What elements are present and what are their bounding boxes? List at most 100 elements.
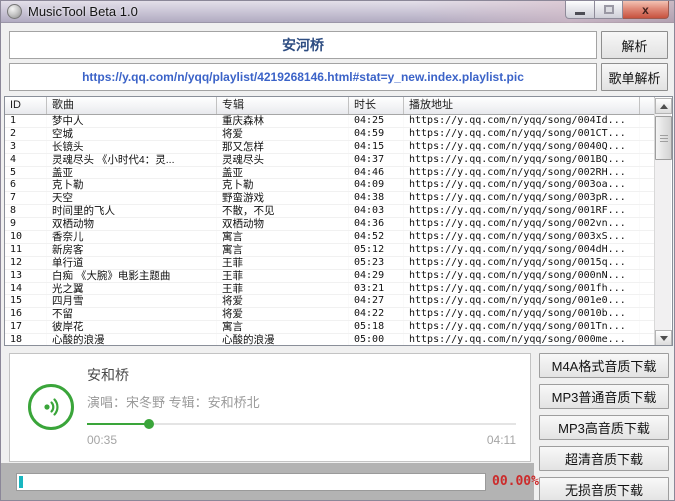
table-body: 1 梦中人 重庆森林 04:25 https://y.qq.com/n/yqq/… <box>5 115 655 345</box>
parse-song-button[interactable]: 解析 <box>601 31 668 59</box>
scroll-up-icon <box>660 104 668 109</box>
scroll-down-button[interactable] <box>655 330 672 346</box>
download-button[interactable]: MP3普通音质下载 <box>539 384 669 409</box>
player-progress-fill <box>87 423 149 425</box>
cell-album: 盖亚 <box>217 167 349 179</box>
cell-filler <box>640 192 655 204</box>
download-button[interactable]: MP3高音质下载 <box>539 415 669 440</box>
cell-url: https://y.qq.com/n/yqq/song/001e0... <box>404 295 640 307</box>
minimize-button[interactable] <box>565 1 595 19</box>
cell-duration: 05:23 <box>349 257 404 269</box>
cell-filler <box>640 270 655 282</box>
cell-album: 王菲 <box>217 270 349 282</box>
download-progress-fill <box>19 476 23 488</box>
song-name-input[interactable]: 安河桥 <box>9 31 597 59</box>
cell-url: https://y.qq.com/n/yqq/song/000nN... <box>404 270 640 282</box>
table-row[interactable]: 3 长镜头 那又怎样 04:15 https://y.qq.com/n/yqq/… <box>5 141 655 154</box>
cell-id: 9 <box>5 218 47 230</box>
cell-filler <box>640 321 655 333</box>
titlebar[interactable]: MusicTool Beta 1.0 x <box>1 1 674 23</box>
cell-song: 光之翼 <box>47 283 217 295</box>
download-button[interactable]: 无损音质下载 <box>539 477 669 501</box>
cell-duration: 04:09 <box>349 179 404 191</box>
table-scrollbar[interactable] <box>654 98 671 346</box>
app-window: MusicTool Beta 1.0 x 安河桥 解析 https://y.qq… <box>0 0 675 501</box>
playlist-url-input[interactable]: https://y.qq.com/n/yqq/playlist/42192681… <box>9 63 597 91</box>
table-row[interactable]: 11 新房客 寓言 05:12 https://y.qq.com/n/yqq/s… <box>5 244 655 257</box>
table-row[interactable]: 18 心酸的浪漫 心酸的浪漫 05:00 https://y.qq.com/n/… <box>5 334 655 345</box>
cell-url: https://y.qq.com/n/yqq/song/001RF... <box>404 205 640 217</box>
cell-filler <box>640 295 655 307</box>
table-row[interactable]: 14 光之翼 王菲 03:21 https://y.qq.com/n/yqq/s… <box>5 283 655 296</box>
parse-playlist-button[interactable]: 歌单解析 <box>601 63 668 91</box>
table-row[interactable]: 8 时间里的飞人 不散，不见 04:03 https://y.qq.com/n/… <box>5 205 655 218</box>
cell-filler <box>640 141 655 153</box>
table-row[interactable]: 4 灵魂尽头 《小时代4：灵... 灵魂尽头 04:37 https://y.q… <box>5 154 655 167</box>
table-row[interactable]: 12 单行道 王菲 05:23 https://y.qq.com/n/yqq/s… <box>5 257 655 270</box>
table-row[interactable]: 16 不留 将爱 04:22 https://y.qq.com/n/yqq/so… <box>5 308 655 321</box>
cell-album: 双栖动物 <box>217 218 349 230</box>
cell-id: 13 <box>5 270 47 282</box>
cell-filler <box>640 167 655 179</box>
cell-id: 1 <box>5 115 47 127</box>
table-row[interactable]: 9 双栖动物 双栖动物 04:36 https://y.qq.com/n/yqq… <box>5 218 655 231</box>
cell-duration: 05:18 <box>349 321 404 333</box>
cell-url: https://y.qq.com/n/yqq/song/002RH... <box>404 167 640 179</box>
close-icon: x <box>642 3 649 17</box>
column-header-id[interactable]: ID <box>5 97 47 114</box>
download-button[interactable]: 超清音质下载 <box>539 446 669 471</box>
column-header-duration[interactable]: 时长 <box>349 97 404 114</box>
cell-album: 将爱 <box>217 295 349 307</box>
table-row[interactable]: 13 白痴 《大腕》电影主题曲 王菲 04:29 https://y.qq.co… <box>5 270 655 283</box>
table-row[interactable]: 6 克卜勒 克卜勒 04:09 https://y.qq.com/n/yqq/s… <box>5 179 655 192</box>
cell-album: 将爱 <box>217 308 349 320</box>
cell-filler <box>640 218 655 230</box>
maximize-button[interactable] <box>595 1 623 19</box>
table-row[interactable]: 2 空城 将爱 04:59 https://y.qq.com/n/yqq/son… <box>5 128 655 141</box>
cell-duration: 04:38 <box>349 192 404 204</box>
column-header-album[interactable]: 专辑 <box>217 97 349 114</box>
cell-duration: 04:46 <box>349 167 404 179</box>
cell-album: 野蛮游戏 <box>217 192 349 204</box>
cell-song: 灵魂尽头 《小时代4：灵... <box>47 154 217 166</box>
player-progress-track[interactable] <box>87 423 516 425</box>
cell-url: https://y.qq.com/n/yqq/song/0010b... <box>404 308 640 320</box>
download-button[interactable]: M4A格式音质下载 <box>539 353 669 378</box>
table-row[interactable]: 15 四月雪 将爱 04:27 https://y.qq.com/n/yqq/s… <box>5 295 655 308</box>
cell-url: https://y.qq.com/n/yqq/song/0040Q... <box>404 141 640 153</box>
cell-id: 11 <box>5 244 47 256</box>
cell-duration: 05:12 <box>349 244 404 256</box>
cell-duration: 04:59 <box>349 128 404 140</box>
close-button[interactable]: x <box>623 1 669 19</box>
cell-url: https://y.qq.com/n/yqq/song/0015q... <box>404 257 640 269</box>
column-header-song[interactable]: 歌曲 <box>47 97 217 114</box>
cell-duration: 04:37 <box>349 154 404 166</box>
cell-album: 寓言 <box>217 321 349 333</box>
player-progress-handle[interactable] <box>144 419 154 429</box>
cell-album: 寓言 <box>217 244 349 256</box>
cell-song: 不留 <box>47 308 217 320</box>
scroll-up-button[interactable] <box>655 98 672 114</box>
download-percent-label: 00.00% <box>492 474 539 489</box>
cell-song: 心酸的浪漫 <box>47 334 217 345</box>
cell-album: 重庆森林 <box>217 115 349 127</box>
download-progress-bar <box>16 473 486 491</box>
cell-id: 7 <box>5 192 47 204</box>
table-row[interactable]: 5 盖亚 盖亚 04:46 https://y.qq.com/n/yqq/son… <box>5 167 655 180</box>
cell-song: 彼岸花 <box>47 321 217 333</box>
table-row[interactable]: 7 天空 野蛮游戏 04:38 https://y.qq.com/n/yqq/s… <box>5 192 655 205</box>
scrollbar-thumb[interactable] <box>655 116 672 160</box>
cell-id: 15 <box>5 295 47 307</box>
cell-url: https://y.qq.com/n/yqq/song/004dH... <box>404 244 640 256</box>
cell-duration: 04:52 <box>349 231 404 243</box>
table-row[interactable]: 1 梦中人 重庆森林 04:25 https://y.qq.com/n/yqq/… <box>5 115 655 128</box>
table-row[interactable]: 17 彼岸花 寓言 05:18 https://y.qq.com/n/yqq/s… <box>5 321 655 334</box>
cell-song: 四月雪 <box>47 295 217 307</box>
cell-url: https://y.qq.com/n/yqq/song/003oa... <box>404 179 640 191</box>
cell-url: https://y.qq.com/n/yqq/song/001fh... <box>404 283 640 295</box>
cell-id: 18 <box>5 334 47 345</box>
table-row[interactable]: 10 香奈儿 寓言 04:52 https://y.qq.com/n/yqq/s… <box>5 231 655 244</box>
cell-song: 盖亚 <box>47 167 217 179</box>
column-header-url[interactable]: 播放地址 <box>404 97 640 114</box>
column-header-filler <box>640 97 655 114</box>
